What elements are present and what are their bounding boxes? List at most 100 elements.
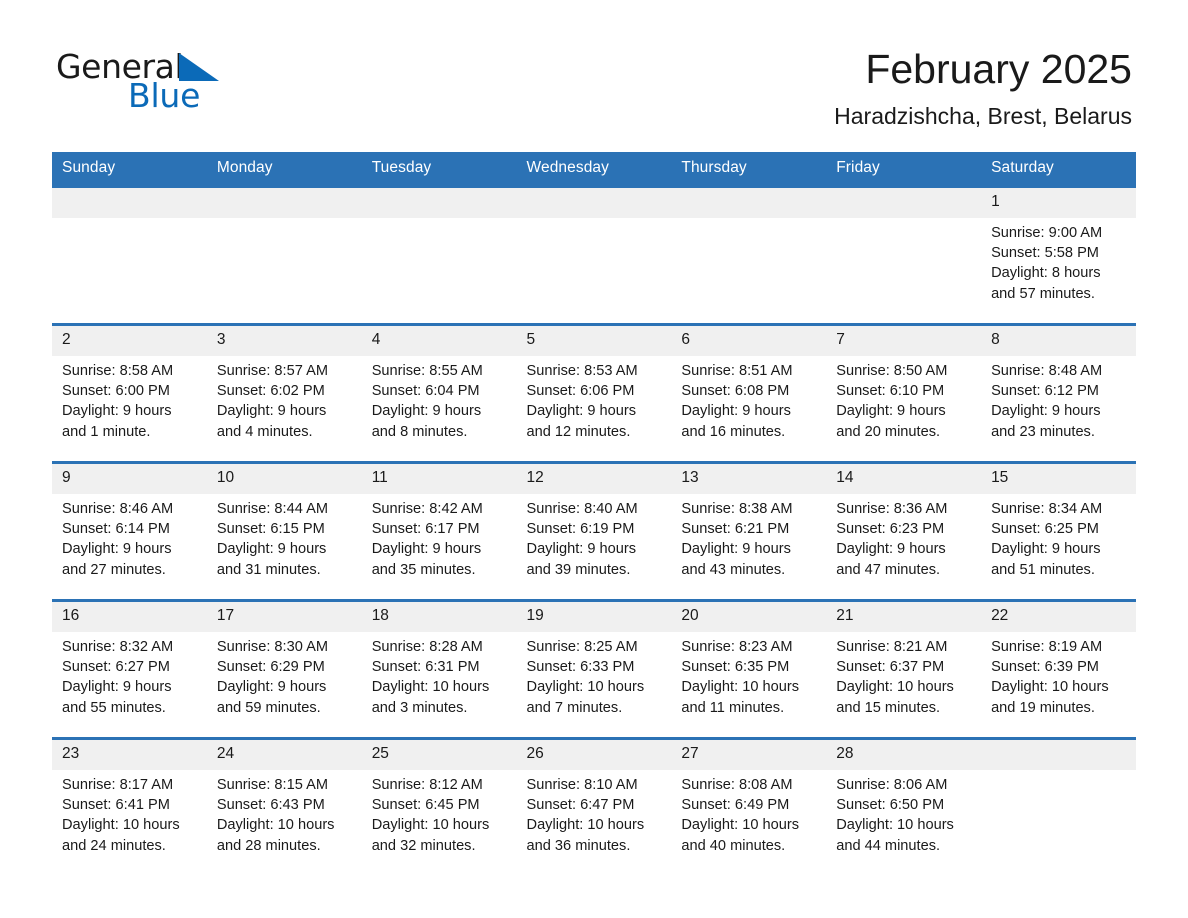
daylight-line-1: Daylight: 10 hours [681,679,800,696]
day-cell[interactable]: 24 Sunrise: 8:15 AM Sunset: 6:43 PM Dayligh… [206,737,362,875]
day-number: 17 [206,602,362,632]
daylight-line-1: Daylight: 10 hours [681,817,800,834]
day-number: 20 [671,602,827,632]
daylight-line-2: and 27 minutes. [62,561,166,578]
day-cell[interactable]: 26 Sunrise: 8:10 AM Sunset: 6:47 PM Dayligh… [516,737,672,875]
day-number: 4 [361,326,517,356]
daylight-line-1: Daylight: 9 hours [991,541,1101,558]
week-row: 16 Sunrise: 8:32 AM Sunset: 6:27 PM Dayligh… [52,599,1136,739]
day-details: Sunrise: 8:15 AM Sunset: 6:43 PM Daylight:… [207,770,362,856]
day-number: 27 [671,740,827,770]
day-details: Sunrise: 9:00 AM Sunset: 5:58 PM Daylight:… [981,218,1136,304]
daylight-line-2: and 8 minutes. [371,423,468,440]
day-cell[interactable]: 17 Sunrise: 8:30 AM Sunset: 6:29 PM Dayligh… [206,599,362,739]
day-cell[interactable]: 28 Sunrise: 8:06 AM Sunset: 6:50 PM Dayligh… [826,737,982,875]
day-cell[interactable]: 18 Sunrise: 8:28 AM Sunset: 6:31 PM Dayligh… [361,599,517,739]
day-cell[interactable]: 20 Sunrise: 8:23 AM Sunset: 6:35 PM Dayligh… [671,599,827,739]
day-number: 1 [981,188,1136,218]
calendar-body: 1 Sunrise: 9:00 AM Sunset: 5:58 PM Daylight… [52,185,1136,875]
day-details: Sunrise: 8:34 AM Sunset: 6:25 PM Daylight:… [981,494,1136,580]
sunset-line: Sunset: 6:25 PM [991,521,1099,538]
page-header: General Blue February 2025 Haradzishcha,… [0,0,1188,152]
day-number: 16 [52,602,207,632]
day-number: 26 [516,740,672,770]
sunrise-line: Sunrise: 8:17 AM [62,777,174,793]
day-cell[interactable]: 22 Sunrise: 8:19 AM Sunset: 6:39 PM Dayligh… [981,599,1136,739]
day-cell[interactable]: 8 Sunrise: 8:48 AM Sunset: 6:12 PM Daylight… [981,323,1136,463]
day-cell[interactable]: 10 Sunrise: 8:44 AM Sunset: 6:15 PM Dayligh… [206,461,362,601]
day-cell[interactable] [206,185,362,325]
day-details: Sunrise: 8:58 AM Sunset: 6:00 PM Daylight:… [52,356,207,442]
day-cell[interactable]: 16 Sunrise: 8:32 AM Sunset: 6:27 PM Dayligh… [52,599,207,739]
day-cell[interactable]: 14 Sunrise: 8:36 AM Sunset: 6:23 PM Dayligh… [826,461,982,601]
day-cell[interactable]: 15 Sunrise: 8:34 AM Sunset: 6:25 PM Dayligh… [981,461,1136,601]
sunrise-line: Sunrise: 8:50 AM [836,363,948,379]
daylight-line-2: and 55 minutes. [62,699,166,716]
day-details: Sunrise: 8:44 AM Sunset: 6:15 PM Daylight:… [207,494,362,580]
daylight-line-1: Daylight: 10 hours [526,817,645,834]
day-cell[interactable]: 1 Sunrise: 9:00 AM Sunset: 5:58 PM Daylight… [981,185,1136,325]
day-number [361,188,517,218]
day-cell[interactable]: 11 Sunrise: 8:42 AM Sunset: 6:17 PM Dayligh… [361,461,517,601]
day-cell[interactable]: 12 Sunrise: 8:40 AM Sunset: 6:19 PM Dayligh… [516,461,672,601]
day-cell[interactable]: 19 Sunrise: 8:25 AM Sunset: 6:33 PM Dayligh… [516,599,672,739]
day-cell[interactable]: 5 Sunrise: 8:53 AM Sunset: 6:06 PM Daylight… [516,323,672,463]
sunset-line: Sunset: 6:35 PM [681,659,790,676]
sunset-line: Sunset: 6:45 PM [371,797,480,814]
daylight-line-2: and 47 minutes. [836,561,941,578]
day-cell[interactable]: 13 Sunrise: 8:38 AM Sunset: 6:21 PM Dayligh… [671,461,827,601]
day-details: Sunrise: 8:40 AM Sunset: 6:19 PM Daylight:… [517,494,672,580]
daylight-line-1: Daylight: 9 hours [836,541,946,558]
day-cell[interactable]: 7 Sunrise: 8:50 AM Sunset: 6:10 PM Daylight… [826,323,982,463]
day-details: Sunrise: 8:28 AM Sunset: 6:31 PM Daylight:… [362,632,517,718]
day-cell[interactable]: 3 Sunrise: 8:57 AM Sunset: 6:02 PM Daylight… [206,323,362,463]
daylight-line-2: and 40 minutes. [681,837,786,854]
weekday-header-saturday: Saturday [981,152,1136,187]
daylight-line-1: Daylight: 9 hours [62,403,172,420]
calendar-table: Sunday Monday Tuesday Wednesday Thursday… [52,152,1136,875]
sunset-line: Sunset: 6:50 PM [836,797,945,814]
day-cell[interactable]: 23 Sunrise: 8:17 AM Sunset: 6:41 PM Dayligh… [52,737,207,875]
day-cell[interactable] [671,185,827,325]
day-number: 2 [52,326,207,356]
day-cell[interactable] [361,185,517,325]
day-number: 7 [826,326,982,356]
week-row: 2 Sunrise: 8:58 AM Sunset: 6:00 PM Daylight… [52,323,1136,463]
daylight-line-2: and 11 minutes. [681,699,785,716]
day-number: 6 [671,326,827,356]
day-number [981,740,1136,770]
day-cell[interactable]: 9 Sunrise: 8:46 AM Sunset: 6:14 PM Daylight… [52,461,207,601]
generalblue-logo[interactable]: General Blue [56,46,316,128]
day-details: Sunrise: 8:06 AM Sunset: 6:50 PM Daylight:… [826,770,981,856]
day-number: 21 [826,602,982,632]
day-cell[interactable] [516,185,672,325]
daylight-line-1: Daylight: 9 hours [526,541,637,558]
daylight-line-1: Daylight: 8 hours [991,265,1101,282]
day-cell[interactable]: 21 Sunrise: 8:21 AM Sunset: 6:37 PM Dayligh… [826,599,982,739]
daylight-line-2: and 44 minutes. [836,837,941,854]
day-details: Sunrise: 8:19 AM Sunset: 6:39 PM Daylight:… [981,632,1136,718]
day-number: 19 [516,602,672,632]
day-cell[interactable] [981,737,1136,875]
day-cell[interactable] [52,185,207,325]
day-cell[interactable]: 2 Sunrise: 8:58 AM Sunset: 6:00 PM Daylight… [52,323,207,463]
sunset-line: Sunset: 6:12 PM [991,383,1099,400]
sunrise-line: Sunrise: 8:40 AM [526,501,638,517]
sunrise-line: Sunrise: 8:21 AM [836,639,948,655]
day-cell[interactable]: 25 Sunrise: 8:12 AM Sunset: 6:45 PM Dayligh… [361,737,517,875]
day-cell[interactable] [826,185,982,325]
sunset-line: Sunset: 6:19 PM [526,521,635,538]
weekday-header-sunday: Sunday [52,152,207,187]
day-cell[interactable]: 27 Sunrise: 8:08 AM Sunset: 6:49 PM Dayligh… [671,737,827,875]
daylight-line-1: Daylight: 10 hours [216,817,335,834]
sunrise-line: Sunrise: 8:12 AM [371,777,483,793]
day-number: 12 [516,464,672,494]
day-cell[interactable]: 6 Sunrise: 8:51 AM Sunset: 6:08 PM Daylight… [671,323,827,463]
day-cell[interactable]: 4 Sunrise: 8:55 AM Sunset: 6:04 PM Daylight… [361,323,517,463]
day-details: Sunrise: 8:17 AM Sunset: 6:41 PM Daylight:… [52,770,207,856]
daylight-line-1: Daylight: 10 hours [62,817,180,834]
sunset-line: Sunset: 6:23 PM [836,521,945,538]
day-details: Sunrise: 8:48 AM Sunset: 6:12 PM Daylight:… [981,356,1136,442]
week-row: 9 Sunrise: 8:46 AM Sunset: 6:14 PM Daylight… [52,461,1136,601]
day-number: 5 [516,326,672,356]
